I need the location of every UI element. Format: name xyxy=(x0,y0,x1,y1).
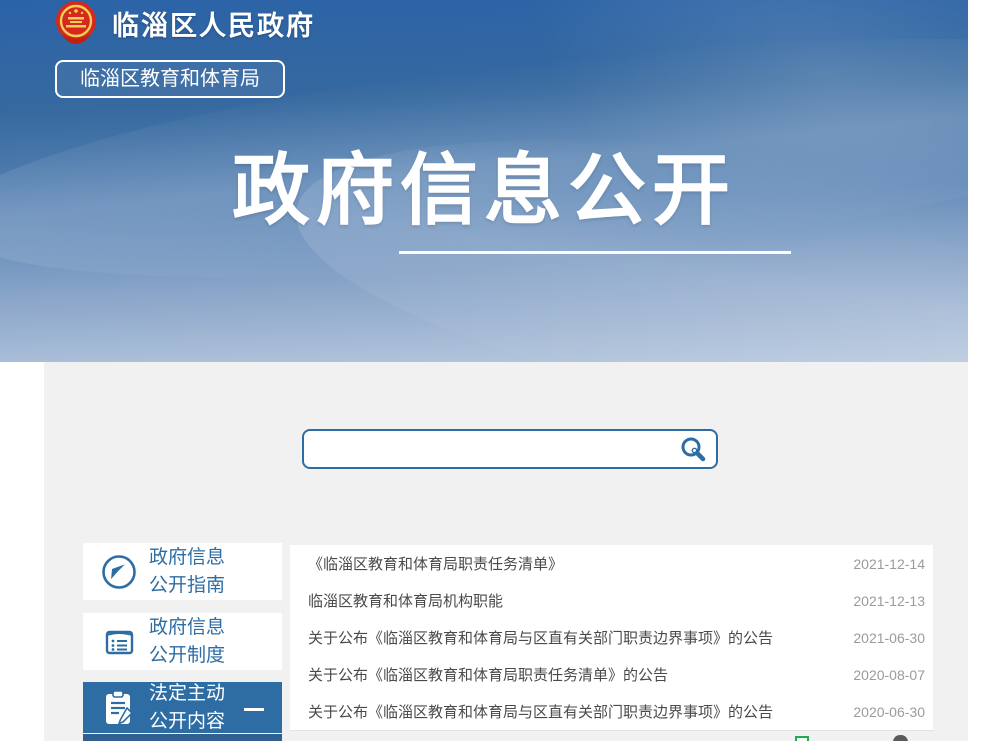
list-item[interactable]: 关于公布《临淄区教育和体育局职责任务清单》的公告 2020-08-07 xyxy=(290,656,933,693)
list-item[interactable]: 《临淄区教育和体育局职责任务清单》 2021-12-14 xyxy=(290,545,933,582)
list-item-title[interactable]: 关于公布《临淄区教育和体育局与区直有关部门职责边界事项》的公告 xyxy=(308,701,837,722)
list-item-date: 2021-12-14 xyxy=(853,556,925,572)
list-item[interactable]: 关于公布《临淄区教育和体育局与区直有关部门职责边界事项》的公告 2021-06-… xyxy=(290,619,933,656)
page: 临淄区人民政府 临淄区教育和体育局 政府信息公开 政府信息 公开指南 xyxy=(0,0,981,741)
search-icon xyxy=(680,436,706,462)
compass-icon xyxy=(99,552,139,592)
banner: 临淄区人民政府 临淄区教育和体育局 政府信息公开 xyxy=(0,0,968,362)
list-item[interactable]: 关于公布《临淄区教育和体育局与区直有关部门职责边界事项》的公告 2020-06-… xyxy=(290,693,933,730)
list-item-date: 2021-06-30 xyxy=(853,630,925,646)
list-item-title[interactable]: 关于公布《临淄区教育和体育局职责任务清单》的公告 xyxy=(308,664,837,685)
site-name[interactable]: 临淄区人民政府 xyxy=(112,4,315,43)
document-icon xyxy=(99,622,139,662)
sidebar-next-item-cutoff xyxy=(83,734,282,741)
list-item[interactable]: 临淄区教育和体育局机构职能 2021-12-13 xyxy=(290,582,933,619)
site-logo[interactable]: 临淄区人民政府 xyxy=(52,1,315,46)
sidebar-item-statutory-disclosure[interactable]: 法定主动 公开内容 xyxy=(83,682,282,733)
search-box xyxy=(302,429,718,469)
sidebar-item-label: 政府信息 公开指南 xyxy=(149,544,225,600)
list-item-date: 2021-12-13 xyxy=(853,593,925,609)
sidebar-item-label: 政府信息 公开制度 xyxy=(149,614,225,670)
partial-dark-icon xyxy=(893,735,908,741)
sidebar-item-label: 法定主动 公开内容 xyxy=(149,680,225,736)
national-emblem-icon xyxy=(52,1,100,46)
clipboard-pen-icon xyxy=(99,688,139,728)
list-item-date: 2020-08-07 xyxy=(853,667,925,683)
list-item-title[interactable]: 《临淄区教育和体育局职责任务清单》 xyxy=(308,553,837,574)
table-attachment-icon xyxy=(795,736,809,741)
title-underline xyxy=(399,251,791,254)
page-title: 政府信息公开 xyxy=(0,150,968,232)
list-item-date: 2020-06-30 xyxy=(853,704,925,720)
search-input[interactable] xyxy=(316,434,678,464)
list-item-title[interactable]: 关于公布《临淄区教育和体育局与区直有关部门职责边界事项》的公告 xyxy=(308,627,837,648)
sidebar-item-gov-info-system[interactable]: 政府信息 公开制度 xyxy=(83,613,282,670)
collapse-minus-icon[interactable] xyxy=(244,708,264,711)
search-button[interactable] xyxy=(678,434,708,464)
sidebar-item-gov-info-guide[interactable]: 政府信息 公开指南 xyxy=(83,543,282,600)
list-item-title[interactable]: 临淄区教育和体育局机构职能 xyxy=(308,590,837,611)
department-button[interactable]: 临淄区教育和体育局 xyxy=(55,60,285,98)
article-list: 《临淄区教育和体育局职责任务清单》 2021-12-14 临淄区教育和体育局机构… xyxy=(290,545,933,731)
